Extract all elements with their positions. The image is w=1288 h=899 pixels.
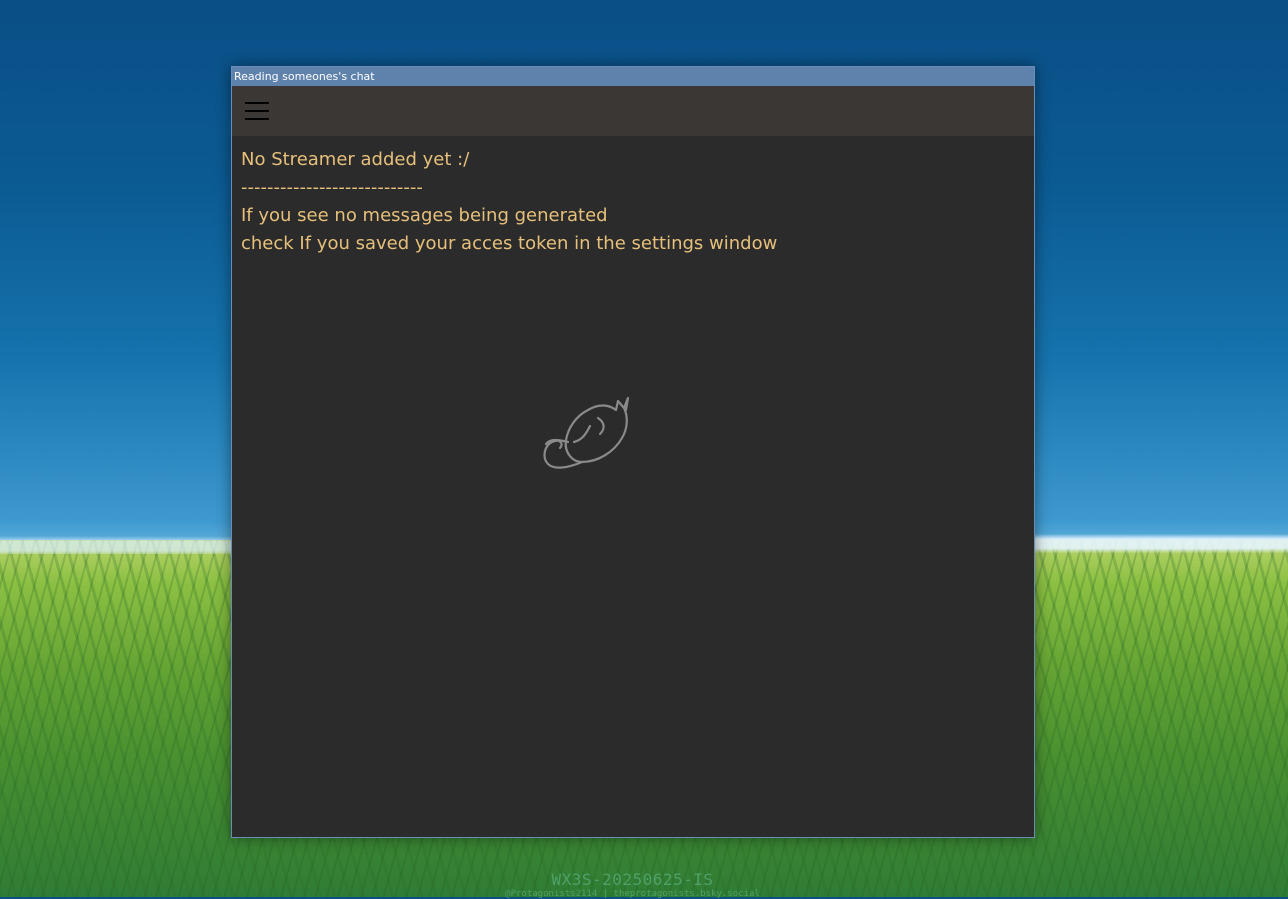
info-message-line-2: check If you saved your acces token in t… [241, 233, 778, 254]
hamburger-menu-icon [245, 102, 269, 104]
hamburger-menu-icon-bar [245, 118, 269, 120]
no-streamer-message: No Streamer added yet :/ [241, 149, 470, 170]
chat-content-area: No Streamer added yet :/ ---------------… [232, 136, 1034, 258]
credit-label: @Protagonists2114 | theprotagonists.bsky… [505, 889, 760, 899]
window-toolbar [232, 86, 1034, 136]
hamburger-menu-button[interactable] [243, 97, 271, 125]
build-label: WX3S-20250625-IS [551, 870, 714, 889]
window-titlebar[interactable]: Reading someones's chat [232, 67, 1034, 86]
window-title: Reading someones's chat [234, 70, 375, 83]
chat-reader-window[interactable]: Reading someones's chat No Streamer adde… [231, 66, 1035, 838]
hamburger-menu-icon-bar [245, 110, 269, 112]
separator-line: ---------------------------- [241, 177, 423, 198]
sleeping-cat-icon [543, 396, 630, 469]
info-message-line-1: If you see no messages being generated [241, 205, 608, 226]
